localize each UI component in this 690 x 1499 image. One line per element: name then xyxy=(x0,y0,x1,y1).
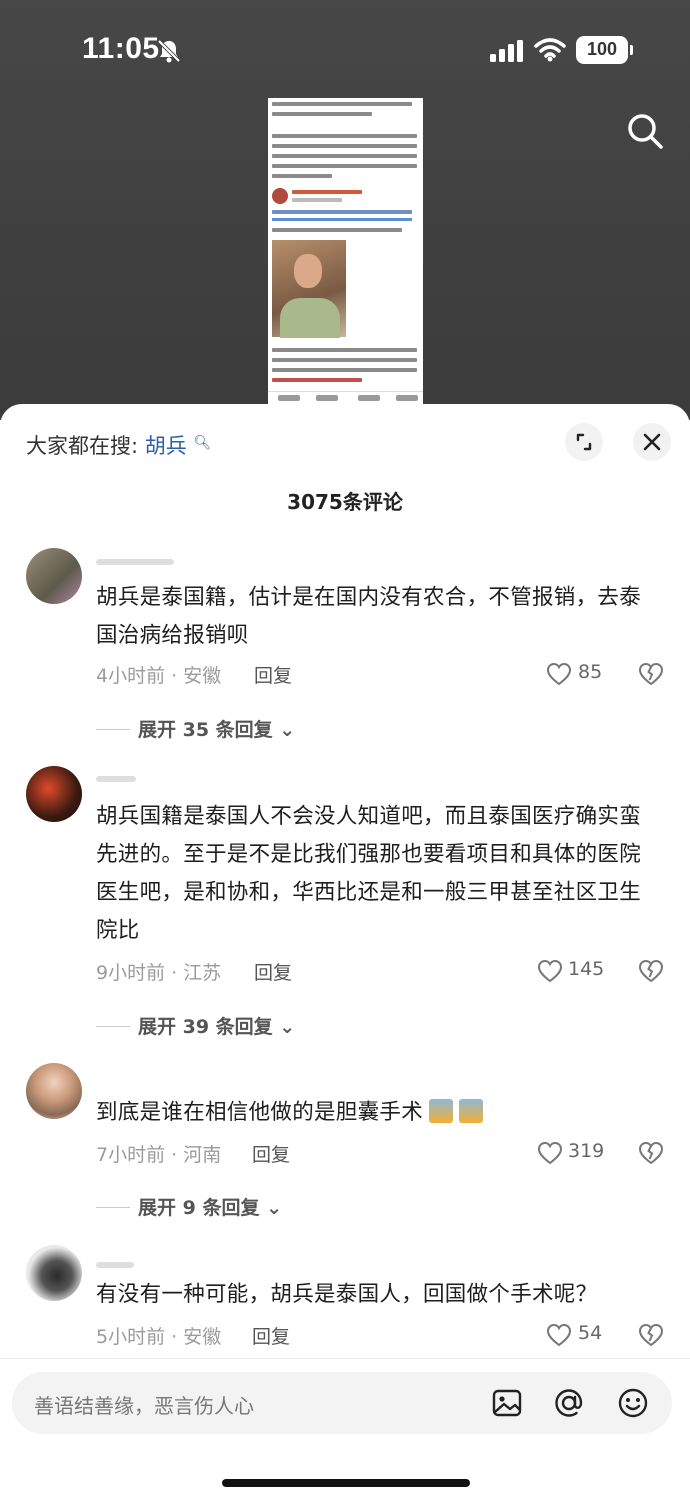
search-icon[interactable] xyxy=(624,110,666,152)
like-count: 54 xyxy=(578,1322,603,1344)
like-count: 85 xyxy=(578,661,603,683)
silent-bell-icon xyxy=(157,39,181,63)
like-count: 319 xyxy=(568,1140,605,1162)
comment-text: 到底是谁在相信他做的是胆囊手术 xyxy=(96,1094,656,1132)
signal-icon xyxy=(490,40,523,62)
comment-meta: 7小时前 · 河南 xyxy=(96,1144,222,1166)
post-screenshot-thumbnail xyxy=(268,98,423,405)
wifi-icon xyxy=(534,38,566,62)
comment-text: 有没有一种可能，胡兵是泰国人，回国做个手术呢？ xyxy=(96,1282,598,1307)
expand-replies-button[interactable]: 展开 9 条回复 ⌄ xyxy=(96,1193,282,1220)
broken-heart-icon[interactable] xyxy=(638,1322,664,1348)
comment-meta: 4小时前 · 安徽 xyxy=(96,665,222,687)
broken-heart-icon[interactable] xyxy=(638,661,664,687)
comment-text-body: 到底是谁在相信他做的是胆囊手术 xyxy=(96,1100,424,1125)
expand-replies-button[interactable]: 展开 35 条回复 ⌄ xyxy=(96,715,295,742)
username-redacted[interactable] xyxy=(96,559,174,565)
video-preview-area[interactable]: 11:05 100 xyxy=(0,0,690,420)
like-count: 145 xyxy=(568,958,605,980)
avatar[interactable] xyxy=(26,1245,82,1301)
reply-button[interactable]: 回复 xyxy=(252,1322,290,1349)
everyone-search-keyword[interactable]: 胡兵 xyxy=(145,434,187,458)
everyone-search-prefix: 大家都在搜: xyxy=(26,434,139,458)
comment-count-title: 3075条评论 xyxy=(287,490,403,514)
at-icon[interactable] xyxy=(552,1386,586,1420)
comment-input-placeholder[interactable]: 善语结善缘，恶言伤人心 xyxy=(34,1390,254,1419)
expand-icon xyxy=(576,433,592,451)
username-redacted[interactable] xyxy=(96,1262,134,1268)
comment-meta: 5小时前 · 安徽 xyxy=(96,1326,222,1348)
avatar[interactable] xyxy=(26,766,82,822)
chevron-down-icon: ⌄ xyxy=(266,1197,282,1219)
comment-input-bar[interactable]: 善语结善缘，恶言伤人心 xyxy=(12,1372,672,1434)
chevron-down-icon: ⌄ xyxy=(279,1016,296,1038)
input-divider xyxy=(0,1358,690,1359)
emoji-icon[interactable] xyxy=(616,1386,650,1420)
heart-icon[interactable] xyxy=(537,1141,563,1165)
expand-replies-button[interactable]: 展开 39 条回复 ⌄ xyxy=(96,1012,295,1039)
broken-heart-icon[interactable] xyxy=(638,958,664,984)
heart-icon[interactable] xyxy=(546,662,572,686)
close-icon xyxy=(643,433,661,451)
close-button[interactable] xyxy=(633,423,671,461)
expand-replies-label: 展开 9 条回复 xyxy=(138,1197,260,1219)
status-time: 11:05 xyxy=(82,32,160,65)
comment-meta: 9小时前 · 江苏 xyxy=(96,962,222,984)
broken-heart-icon[interactable] xyxy=(638,1140,664,1166)
heart-icon[interactable] xyxy=(546,1323,572,1347)
expand-button[interactable] xyxy=(565,423,603,461)
reply-button[interactable]: 回复 xyxy=(254,661,292,688)
username-redacted[interactable] xyxy=(96,776,136,782)
cat-emoji-icon xyxy=(459,1099,484,1123)
battery-indicator: 100 xyxy=(576,36,633,64)
reply-button[interactable]: 回复 xyxy=(252,1140,290,1167)
expand-replies-label: 展开 39 条回复 xyxy=(138,1016,273,1038)
avatar[interactable] xyxy=(26,548,82,604)
avatar[interactable] xyxy=(26,1063,82,1119)
home-indicator[interactable] xyxy=(222,1479,470,1487)
everyone-search-link[interactable]: 大家都在搜: 胡兵 🔍︎ xyxy=(26,430,211,460)
expand-replies-label: 展开 35 条回复 xyxy=(138,719,273,741)
status-bar: 11:05 100 xyxy=(0,0,690,100)
comment-text: 胡兵是泰国籍，估计是在国内没有农合，不管报销，去泰国治病给报销呗 xyxy=(96,585,642,648)
search-icon: 🔍︎ xyxy=(193,435,212,451)
cat-emoji-icon xyxy=(429,1099,454,1123)
comment-text: 胡兵国籍是泰国人不会没人知道吧，而且泰国医疗确实蛮先进的。至于是不是比我们强那也… xyxy=(96,804,642,943)
heart-icon[interactable] xyxy=(537,959,563,983)
image-icon[interactable] xyxy=(490,1386,524,1420)
reply-button[interactable]: 回复 xyxy=(254,958,292,985)
chevron-down-icon: ⌄ xyxy=(279,719,296,741)
